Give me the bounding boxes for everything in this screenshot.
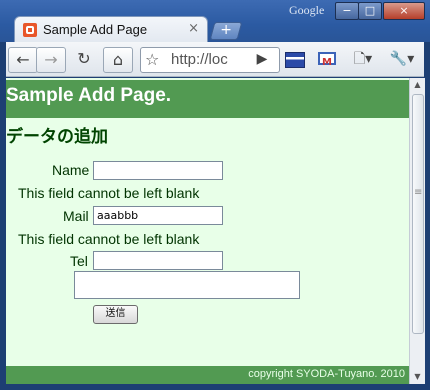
reload-button[interactable]: ↻: [70, 47, 98, 71]
mail-error-message: This field cannot be left blank: [18, 231, 200, 247]
name-field[interactable]: [93, 161, 223, 180]
vertical-scrollbar[interactable]: ▲ ▼: [409, 78, 425, 384]
submit-button[interactable]: 送信: [93, 305, 138, 324]
xampp-favicon-icon: [23, 23, 37, 37]
copyright-text: copyright SYODA-Tuyano. 2010: [248, 368, 405, 380]
page-footer: copyright SYODA-Tuyano. 2010: [6, 366, 409, 384]
page-header: Sample Add Page.: [6, 80, 409, 118]
browser-toolbar: ← → ↻ ⌂ ☆ http://loc ▶ 🗋▾ 🔧▾: [6, 42, 424, 77]
tab-close-icon[interactable]: ×: [188, 21, 199, 36]
google-label: Google: [289, 3, 325, 17]
name-error-message: This field cannot be left blank: [18, 185, 200, 201]
wrench-menu-button[interactable]: 🔧▾: [386, 47, 418, 71]
go-arrow-icon[interactable]: ▶: [250, 47, 274, 71]
tel-field[interactable]: [93, 251, 223, 270]
plus-icon: +: [220, 22, 233, 38]
scroll-up-arrow-icon[interactable]: ▲: [410, 78, 425, 92]
extension-button[interactable]: [282, 47, 308, 71]
tab-title: Sample Add Page: [43, 22, 148, 37]
gmail-extension-button[interactable]: [314, 47, 340, 75]
minimize-button[interactable]: −: [335, 2, 359, 20]
window-titlebar: Sample Add Page × + Google − □ ×: [0, 0, 430, 43]
scroll-down-arrow-icon[interactable]: ▼: [410, 370, 425, 384]
gmail-icon: [318, 51, 336, 75]
page-title: Sample Add Page.: [6, 85, 172, 106]
address-text[interactable]: http://loc: [171, 51, 228, 68]
home-button[interactable]: ⌂: [103, 47, 133, 73]
scroll-thumb[interactable]: [412, 94, 424, 334]
message-textarea[interactable]: [74, 271, 300, 299]
name-label: Name: [52, 162, 90, 178]
window-frame-bottom: [0, 384, 430, 390]
bookmark-star-icon[interactable]: ☆: [145, 50, 159, 69]
page-menu-button[interactable]: 🗋▾: [348, 47, 378, 71]
back-button[interactable]: ←: [8, 47, 38, 73]
extension-flag-icon: [285, 52, 305, 68]
close-window-button[interactable]: ×: [383, 2, 425, 20]
new-tab-button[interactable]: +: [209, 22, 243, 40]
tel-label: Tel: [70, 253, 88, 269]
section-title: データの追加: [6, 127, 108, 147]
page-viewport: Sample Add Page. データの追加 Name This field …: [6, 78, 409, 384]
forward-button[interactable]: →: [36, 47, 66, 73]
browser-tab[interactable]: Sample Add Page ×: [14, 16, 208, 43]
mail-label: Mail: [63, 208, 89, 224]
mail-field[interactable]: [93, 206, 223, 225]
maximize-button[interactable]: □: [358, 2, 382, 20]
